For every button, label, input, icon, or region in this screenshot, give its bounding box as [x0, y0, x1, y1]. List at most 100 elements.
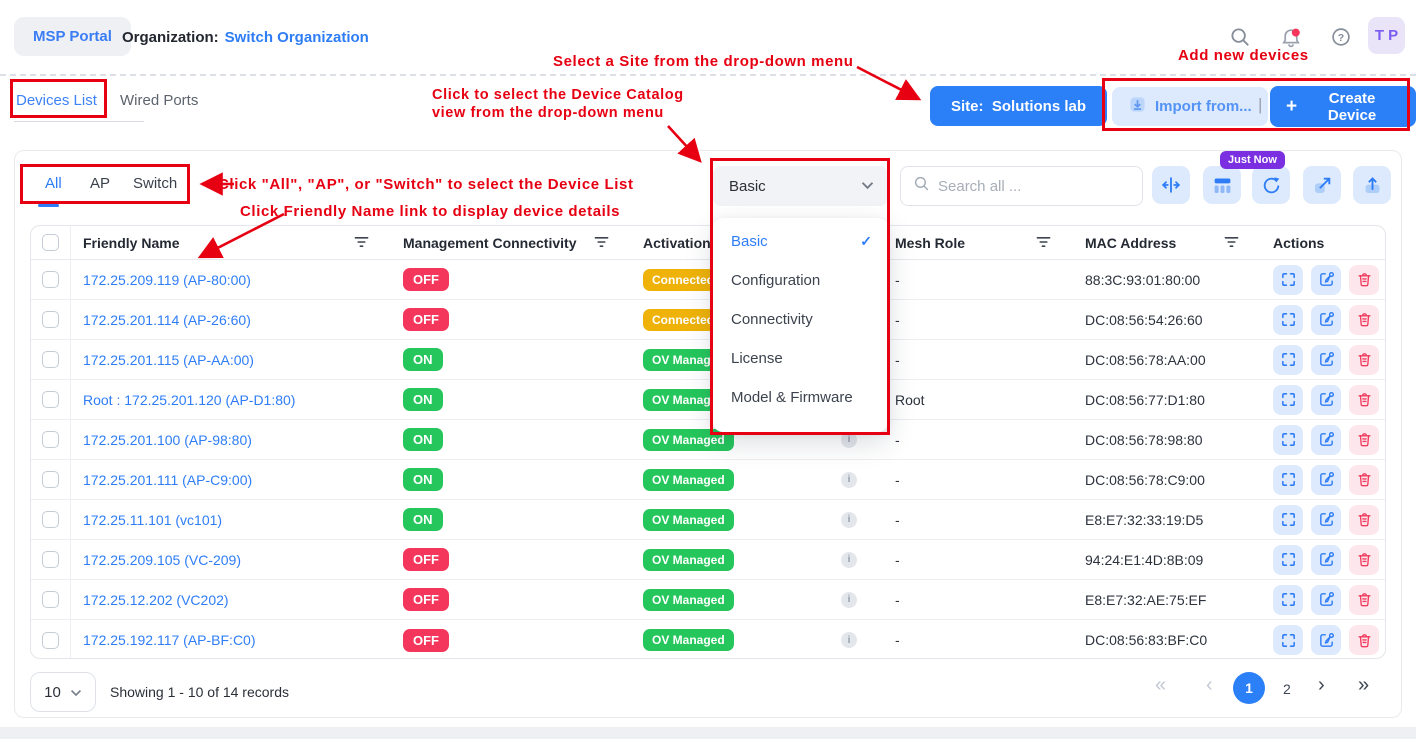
- help-icon[interactable]: ?: [1330, 26, 1352, 48]
- row-checkbox[interactable]: [42, 632, 59, 649]
- row-checkbox[interactable]: [42, 431, 59, 448]
- device-friendly-name-link[interactable]: 172.25.11.101 (vc101): [83, 512, 222, 528]
- filter-icon[interactable]: [1036, 235, 1051, 251]
- expand-device-button[interactable]: [1273, 545, 1303, 575]
- expand-device-button[interactable]: [1273, 425, 1303, 455]
- tab-wired-ports[interactable]: Wired Ports: [120, 92, 198, 109]
- activation-status-badge: OV Managed: [643, 549, 734, 571]
- page-size-select[interactable]: 10: [30, 672, 96, 712]
- device-friendly-name-link[interactable]: 172.25.209.105 (VC-209): [83, 552, 241, 568]
- organization-label: Organization:: [122, 29, 219, 46]
- row-checkbox[interactable]: [42, 511, 59, 528]
- delete-device-button[interactable]: [1349, 505, 1379, 535]
- delete-device-button[interactable]: [1349, 425, 1379, 455]
- delete-device-button[interactable]: [1349, 545, 1379, 575]
- delete-device-button[interactable]: [1349, 305, 1379, 335]
- select-all-checkbox[interactable]: [42, 234, 59, 251]
- search-icon[interactable]: [1229, 26, 1251, 48]
- expand-device-button[interactable]: [1273, 265, 1303, 295]
- info-icon[interactable]: i: [841, 552, 857, 568]
- filter-icon[interactable]: [354, 235, 369, 251]
- info-icon[interactable]: i: [841, 512, 857, 528]
- device-friendly-name-link[interactable]: 172.25.209.119 (AP-80:00): [83, 272, 251, 288]
- row-checkbox[interactable]: [42, 271, 59, 288]
- dropdown-option[interactable]: License: [713, 339, 888, 378]
- delete-device-button[interactable]: [1349, 385, 1379, 415]
- edit-device-button[interactable]: [1311, 425, 1341, 455]
- row-checkbox[interactable]: [42, 551, 59, 568]
- site-select-button[interactable]: Site: Solutions lab: [930, 86, 1107, 126]
- expand-device-button[interactable]: [1273, 625, 1303, 655]
- device-friendly-name-link[interactable]: 172.25.201.114 (AP-26:60): [83, 312, 251, 328]
- filter-icon[interactable]: [594, 235, 609, 251]
- row-checkbox[interactable]: [42, 391, 59, 408]
- row-checkbox[interactable]: [42, 351, 59, 368]
- info-icon[interactable]: i: [841, 472, 857, 488]
- filter-tab-ap[interactable]: AP: [90, 175, 110, 192]
- edit-device-button[interactable]: [1311, 585, 1341, 615]
- first-page-button[interactable]: «: [1155, 674, 1166, 697]
- expand-device-button[interactable]: [1273, 505, 1303, 535]
- import-from-button[interactable]: Import from...: [1112, 87, 1268, 126]
- export-button[interactable]: [1303, 166, 1341, 204]
- info-icon[interactable]: i: [841, 632, 857, 648]
- tab-devices-list[interactable]: Devices List: [16, 92, 97, 109]
- refresh-button[interactable]: [1252, 166, 1290, 204]
- dropdown-option[interactable]: Configuration: [713, 261, 888, 300]
- next-page-button[interactable]: ›: [1318, 674, 1325, 697]
- delete-device-button[interactable]: [1349, 465, 1379, 495]
- delete-device-button[interactable]: [1349, 625, 1379, 655]
- dropdown-option[interactable]: Basic ✓: [713, 222, 888, 261]
- expand-device-button[interactable]: [1273, 585, 1303, 615]
- expand-device-button[interactable]: [1273, 385, 1303, 415]
- notifications-bell-icon[interactable]: [1279, 26, 1301, 48]
- edit-device-button[interactable]: [1311, 625, 1341, 655]
- info-icon[interactable]: i: [841, 592, 857, 608]
- filter-tab-switch[interactable]: Switch: [133, 175, 177, 192]
- device-friendly-name-link[interactable]: Root : 172.25.201.120 (AP-D1:80): [83, 392, 295, 408]
- edit-device-button[interactable]: [1311, 505, 1341, 535]
- device-friendly-name-link[interactable]: 172.25.192.117 (AP-BF:C0): [83, 632, 256, 648]
- view-select[interactable]: Basic: [713, 166, 888, 206]
- search-input[interactable]: [938, 178, 1130, 195]
- page-2-button[interactable]: 2: [1283, 681, 1291, 697]
- device-friendly-name-link[interactable]: 172.25.201.115 (AP-AA:00): [83, 352, 254, 368]
- device-friendly-name-link[interactable]: 172.25.12.202 (VC202): [83, 592, 229, 608]
- device-friendly-name-link[interactable]: 172.25.201.111 (AP-C9:00): [83, 472, 252, 488]
- create-device-button[interactable]: + Create Device: [1270, 86, 1416, 127]
- row-checkbox[interactable]: [42, 471, 59, 488]
- prev-page-button[interactable]: ‹: [1206, 674, 1213, 697]
- dropdown-option[interactable]: Connectivity: [713, 300, 888, 339]
- avatar[interactable]: T P: [1368, 17, 1405, 54]
- edit-device-button[interactable]: [1311, 305, 1341, 335]
- table-row: 172.25.209.119 (AP-80:00) OFF Connected …: [31, 260, 1385, 300]
- filter-tab-all[interactable]: All: [45, 175, 62, 192]
- mac-address-cell: 88:3C:93:01:80:00: [1073, 272, 1261, 288]
- edit-device-button[interactable]: [1311, 465, 1341, 495]
- edit-device-button[interactable]: [1311, 385, 1341, 415]
- filter-icon[interactable]: [1224, 235, 1239, 251]
- info-icon[interactable]: i: [841, 432, 857, 448]
- row-checkbox[interactable]: [42, 311, 59, 328]
- check-icon: ✓: [860, 233, 872, 250]
- mac-address-cell: DC:08:56:78:98:80: [1073, 432, 1261, 448]
- columns-view-button[interactable]: [1203, 166, 1241, 204]
- dropdown-option[interactable]: Model & Firmware: [713, 378, 888, 417]
- delete-device-button[interactable]: [1349, 265, 1379, 295]
- device-friendly-name-link[interactable]: 172.25.201.100 (AP-98:80): [83, 432, 252, 448]
- expand-device-button[interactable]: [1273, 305, 1303, 335]
- edit-device-button[interactable]: [1311, 265, 1341, 295]
- row-checkbox[interactable]: [42, 591, 59, 608]
- expand-device-button[interactable]: [1273, 465, 1303, 495]
- expand-device-button[interactable]: [1273, 345, 1303, 375]
- upload-button[interactable]: [1353, 166, 1391, 204]
- msp-portal-chip[interactable]: MSP Portal: [14, 17, 131, 56]
- organization-link[interactable]: Switch Organization: [225, 29, 369, 46]
- edit-device-button[interactable]: [1311, 345, 1341, 375]
- last-page-button[interactable]: »: [1358, 674, 1369, 697]
- delete-device-button[interactable]: [1349, 585, 1379, 615]
- column-resize-button[interactable]: [1152, 166, 1190, 204]
- delete-device-button[interactable]: [1349, 345, 1379, 375]
- edit-device-button[interactable]: [1311, 545, 1341, 575]
- page-1-button[interactable]: 1: [1233, 672, 1265, 704]
